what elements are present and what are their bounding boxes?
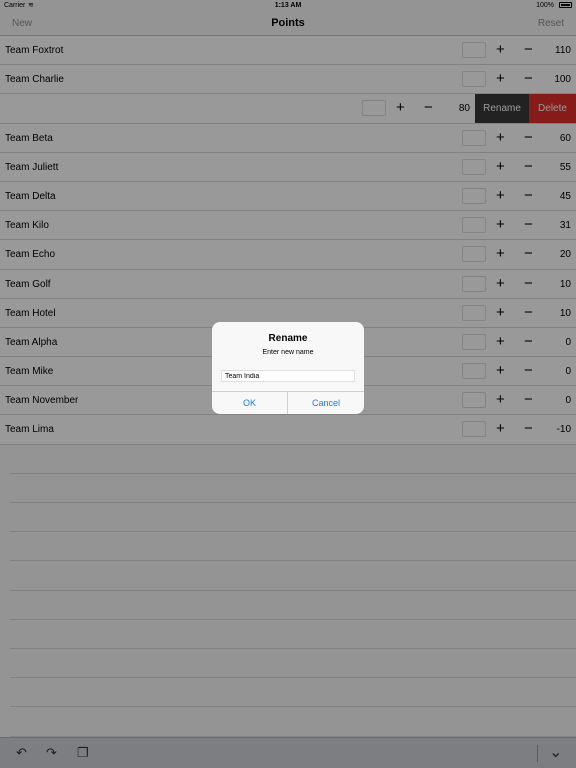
- rename-input[interactable]: [221, 370, 355, 382]
- alert-buttons: OK Cancel: [212, 391, 364, 414]
- alert-message: Enter new name: [262, 349, 314, 356]
- ok-button[interactable]: OK: [212, 392, 288, 414]
- cancel-button[interactable]: Cancel: [288, 392, 364, 414]
- rename-alert: Rename Enter new name OK Cancel: [212, 322, 364, 414]
- alert-title: Rename: [268, 333, 308, 344]
